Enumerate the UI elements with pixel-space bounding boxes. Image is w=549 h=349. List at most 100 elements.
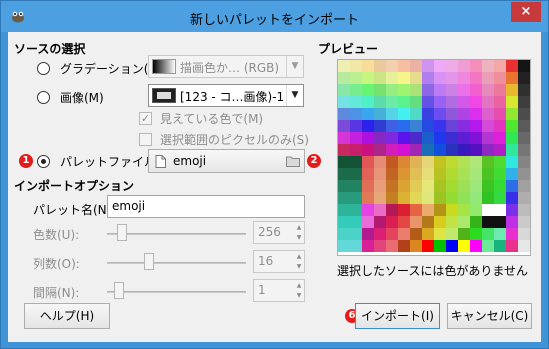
palette-swatch (446, 180, 458, 192)
palette-swatch (362, 84, 374, 96)
colors-count-spin: 256 ▲ ▼ (253, 221, 305, 244)
palette-swatch (422, 240, 434, 252)
palette-swatch (350, 108, 362, 120)
palette-swatch (362, 180, 374, 192)
palette-swatch (458, 108, 470, 120)
annotation-badge-2: 2 (307, 154, 321, 168)
palette-swatch (386, 204, 398, 216)
palette-swatch (470, 144, 482, 156)
palette-swatch (386, 132, 398, 144)
palette-swatch (434, 192, 446, 204)
palette-swatch (482, 168, 494, 180)
title-bar[interactable]: 新しいパレットをインポート × (1, 1, 548, 32)
palette-swatch (350, 144, 362, 156)
import-button[interactable]: インポート(I) (355, 303, 440, 329)
palette-swatch (338, 108, 350, 120)
palette-swatch (434, 204, 446, 216)
palette-swatch (470, 228, 482, 240)
colors-count-slider-thumb (117, 224, 127, 241)
palette-swatch (518, 216, 530, 228)
colors-count-slider-track (107, 233, 246, 235)
palette-swatch (446, 228, 458, 240)
palette-swatch (446, 132, 458, 144)
palette-swatch (434, 240, 446, 252)
palette-swatch (338, 72, 350, 84)
palette-name-input[interactable]: emoji (107, 195, 305, 218)
palette-swatch (470, 108, 482, 120)
colors-count-label: 色数(U): (33, 228, 80, 242)
palette-swatch (350, 192, 362, 204)
palette-swatch (374, 168, 386, 180)
palette-swatch (386, 228, 398, 240)
palette-swatch (422, 192, 434, 204)
colors-count-value: 256 (258, 225, 281, 239)
palette-swatch (422, 156, 434, 168)
palette-file-chooser[interactable]: emoji (148, 149, 305, 173)
palette-swatch (458, 204, 470, 216)
palette-swatch (410, 72, 422, 84)
gradient-radio[interactable] (37, 62, 50, 75)
palette-swatch (518, 96, 530, 108)
palette-swatch (410, 84, 422, 96)
palette-swatch (494, 204, 506, 216)
palette-swatch (518, 132, 530, 144)
palette-swatch (458, 180, 470, 192)
palette-swatch (338, 96, 350, 108)
palette-swatch (398, 84, 410, 96)
palette-swatch (518, 240, 530, 252)
palette-swatch (506, 204, 518, 216)
palette-swatch (470, 72, 482, 84)
palette-swatch (410, 192, 422, 204)
palette-swatch (338, 120, 350, 132)
palette-swatch (386, 96, 398, 108)
palette-swatch (494, 240, 506, 252)
palette-swatch (482, 132, 494, 144)
palette-swatch (374, 60, 386, 72)
palette-swatch (398, 120, 410, 132)
palette-swatch (506, 132, 518, 144)
columns-value: 16 (258, 254, 274, 268)
palette-swatch (434, 216, 446, 228)
palette-swatch (338, 192, 350, 204)
palette-swatch (494, 168, 506, 180)
close-button[interactable]: × (511, 2, 541, 22)
palette-swatch (470, 60, 482, 72)
palette-swatch (374, 204, 386, 216)
spin-down-icon: ▼ (296, 234, 302, 241)
palette-swatch (470, 96, 482, 108)
palette-swatch (506, 228, 518, 240)
image-radio[interactable] (37, 91, 50, 104)
palette-swatch (482, 240, 494, 252)
palette-swatch (350, 72, 362, 84)
cancel-button[interactable]: キャンセル(C) (447, 303, 532, 329)
palette-swatch (482, 192, 494, 204)
palette-swatch (422, 60, 434, 72)
palette-swatch (482, 120, 494, 132)
image-combo[interactable]: [123 - コ…画像)-1 ▼ (148, 84, 304, 107)
palette-swatch (506, 240, 518, 252)
palette-swatch (374, 96, 386, 108)
palette-swatch (434, 180, 446, 192)
palette-swatch (494, 192, 506, 204)
interval-slider-track (107, 291, 246, 293)
preview-heading: プレビュー (318, 42, 379, 56)
palette-swatch (362, 108, 374, 120)
palette-swatch (446, 168, 458, 180)
palette-swatch (482, 204, 494, 216)
dialog-body: ソースの選択 グラデーション(G) 描画色か… (RGB) ▼ 画像(M) [1… (8, 32, 541, 342)
help-button[interactable]: ヘルプ(H) (24, 303, 110, 329)
palette-swatch (434, 108, 446, 120)
palette-swatch (494, 144, 506, 156)
palette-swatch (374, 192, 386, 204)
palette-swatch (494, 120, 506, 132)
palette-swatch (374, 132, 386, 144)
palette-swatch (518, 156, 530, 168)
image-radio-label[interactable]: 画像(M) (60, 89, 104, 106)
palette-swatch (422, 228, 434, 240)
palette-swatch (398, 108, 410, 120)
palette-swatch (482, 72, 494, 84)
palette-swatch (362, 72, 374, 84)
palette-file-radio[interactable] (37, 155, 50, 168)
interval-slider-thumb (114, 282, 124, 299)
palette-swatch (374, 144, 386, 156)
